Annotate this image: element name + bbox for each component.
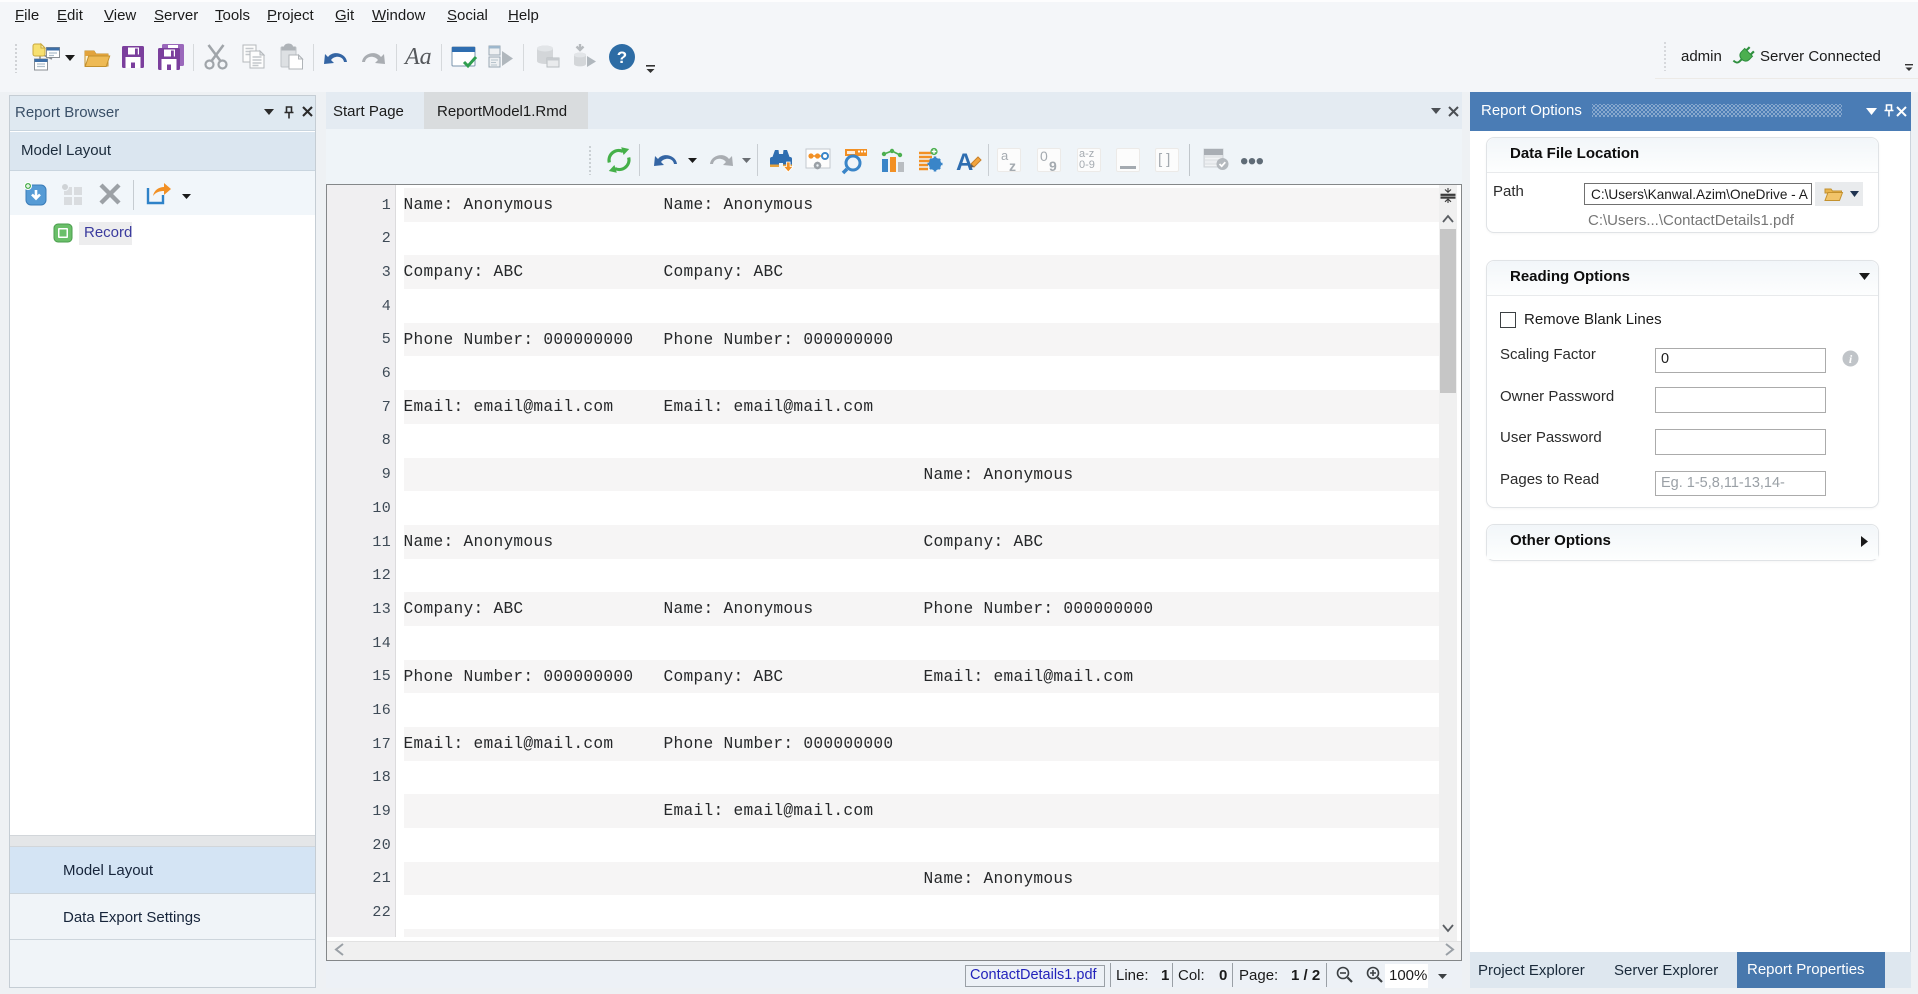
svg-text:?: ? xyxy=(617,48,627,67)
svg-text:A: A xyxy=(956,149,973,176)
